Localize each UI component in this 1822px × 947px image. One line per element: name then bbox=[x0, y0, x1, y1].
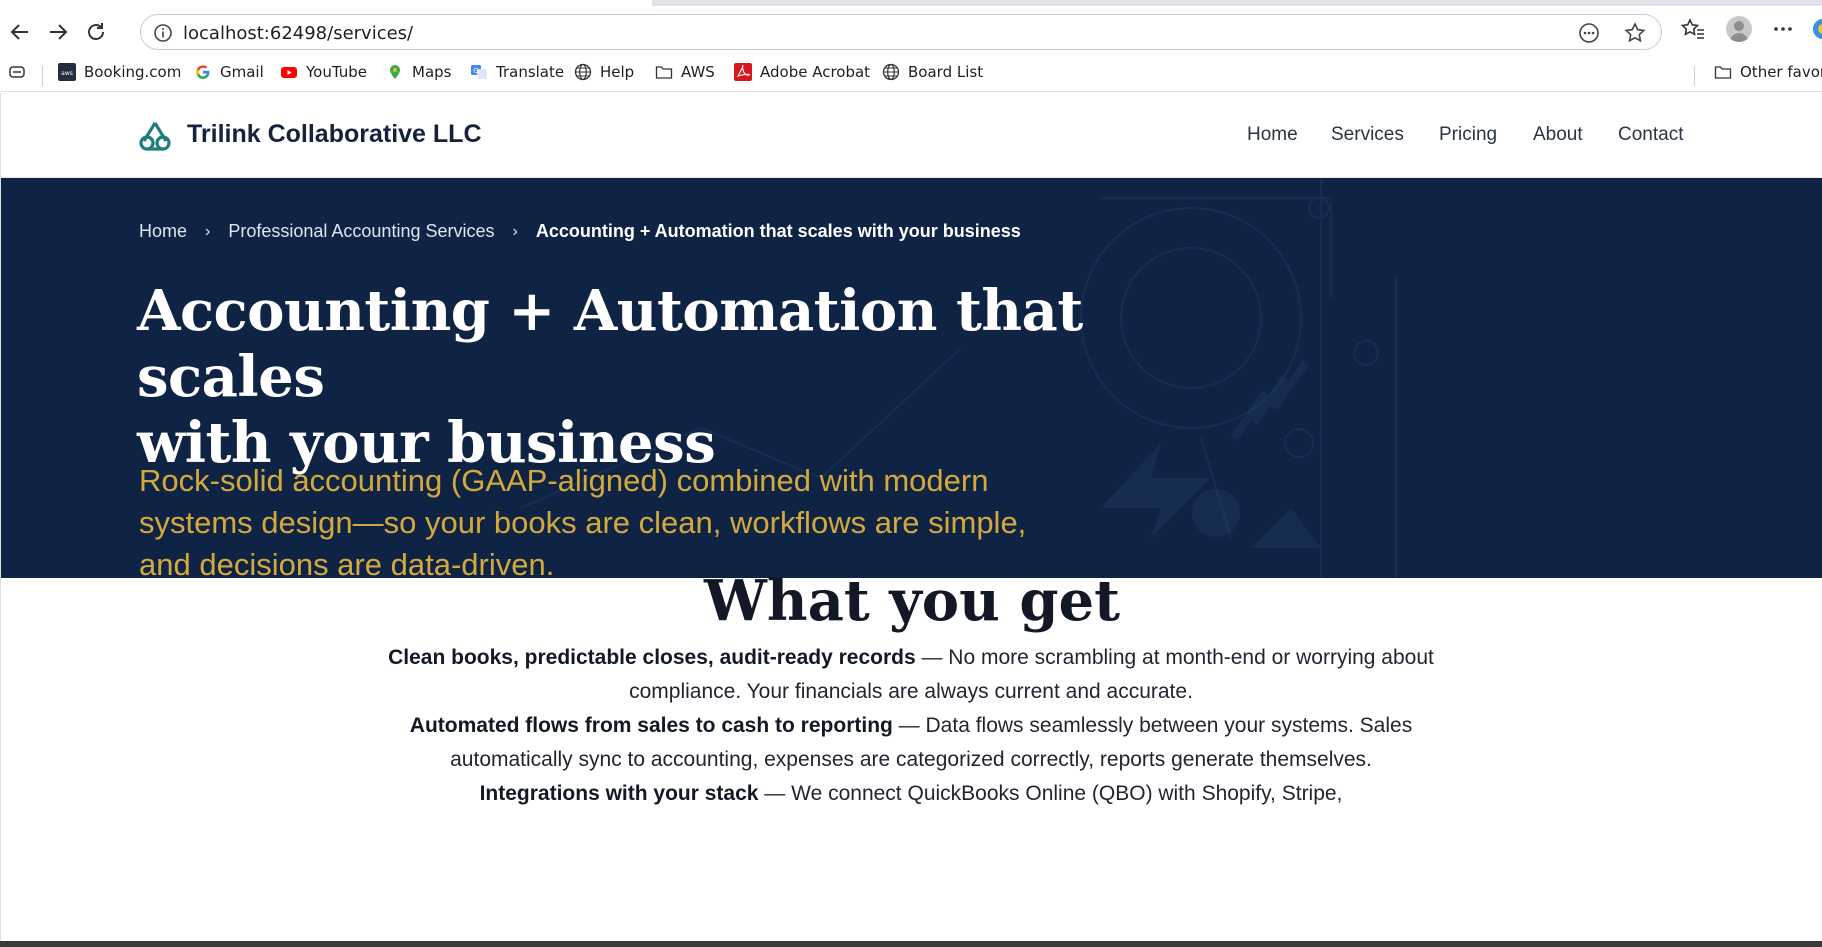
bookmark-board-list[interactable]: Board List bbox=[882, 63, 983, 81]
acrobat-icon bbox=[734, 63, 752, 81]
nav-services[interactable]: Services bbox=[1331, 124, 1404, 146]
browser-toolbar: localhost:62498/services/ bbox=[0, 6, 1822, 54]
bookmark-maps[interactable]: Maps bbox=[386, 63, 451, 81]
bookmark-help[interactable]: Help bbox=[574, 63, 634, 81]
section-title: What you get bbox=[703, 568, 1120, 634]
brand-name[interactable]: Trilink Collaborative LLC bbox=[187, 120, 482, 149]
benefit-heading: Integrations with your stack bbox=[479, 782, 759, 805]
globe-icon bbox=[882, 63, 900, 81]
nav-about[interactable]: About bbox=[1533, 124, 1583, 146]
nav-contact[interactable]: Contact bbox=[1618, 124, 1683, 146]
translate-icon: G bbox=[470, 63, 488, 81]
svg-text:aws: aws bbox=[61, 70, 73, 77]
web-page: Trilink Collaborative LLC Home Services … bbox=[0, 93, 1822, 947]
reload-icon[interactable] bbox=[80, 16, 112, 48]
copilot-icon[interactable] bbox=[1810, 16, 1822, 42]
site-header: Trilink Collaborative LLC Home Services … bbox=[1, 93, 1822, 178]
hero-subtitle: Rock-solid accounting (GAAP-aligned) com… bbox=[139, 463, 1027, 578]
bookmarks-bar: aws Booking.com Gmail YouTube Maps G Tra… bbox=[0, 54, 1822, 92]
page-title: Accounting + Automation that scales with… bbox=[137, 278, 1237, 476]
svg-text:G: G bbox=[473, 67, 478, 75]
benefit-heading: Automated flows from sales to cash to re… bbox=[409, 714, 893, 737]
bookmark-adobe-acrobat[interactable]: Adobe Acrobat bbox=[734, 63, 870, 81]
bookmark-gmail[interactable]: Gmail bbox=[194, 63, 264, 81]
booking-icon: aws bbox=[58, 63, 76, 81]
address-bar[interactable]: localhost:62498/services/ bbox=[140, 14, 1662, 50]
more-menu-icon[interactable] bbox=[1770, 16, 1796, 42]
google-icon bbox=[194, 63, 212, 81]
other-favorites[interactable]: Other favorit bbox=[1714, 63, 1822, 81]
bookmark-translate[interactable]: G Translate bbox=[470, 63, 564, 81]
benefit-item: Integrations with your stack — We connec… bbox=[351, 777, 1471, 811]
maps-icon bbox=[386, 63, 404, 81]
benefit-heading: Clean books, predictable closes, audit-r… bbox=[388, 646, 916, 669]
benefit-text: — We connect QuickBooks Online (QBO) wit… bbox=[758, 782, 1343, 805]
benefit-item: Clean books, predictable closes, audit-r… bbox=[351, 641, 1471, 709]
chevron-right-icon: › bbox=[512, 222, 518, 240]
bookmark-booking[interactable]: aws Booking.com bbox=[58, 63, 181, 81]
globe-icon bbox=[574, 63, 592, 81]
chevron-right-icon: › bbox=[205, 222, 211, 240]
site-info-icon[interactable] bbox=[153, 23, 173, 43]
bookmark-youtube[interactable]: YouTube bbox=[280, 63, 367, 81]
folder-icon bbox=[1714, 63, 1732, 81]
breadcrumb-home[interactable]: Home bbox=[139, 221, 187, 242]
youtube-icon bbox=[280, 63, 298, 81]
nav-home[interactable]: Home bbox=[1247, 124, 1298, 146]
page-title-line1: Accounting + Automation that scales bbox=[137, 278, 1083, 410]
breadcrumb: Home › Professional Accounting Services … bbox=[139, 221, 1021, 242]
benefits-list: Clean books, predictable closes, audit-r… bbox=[351, 641, 1471, 811]
bookmark-aws[interactable]: AWS bbox=[655, 63, 715, 81]
taskbar-edge bbox=[0, 941, 1822, 947]
back-icon[interactable] bbox=[4, 16, 36, 48]
breadcrumb-current: Accounting + Automation that scales with… bbox=[535, 221, 1021, 241]
forward-icon[interactable] bbox=[42, 16, 74, 48]
breadcrumb-accounting-services[interactable]: Professional Accounting Services bbox=[228, 221, 494, 242]
favorite-star-icon[interactable] bbox=[1623, 21, 1647, 45]
hero-section: Home › Professional Accounting Services … bbox=[1, 178, 1822, 578]
bookmarks-divider bbox=[42, 66, 43, 86]
trilink-logo-icon[interactable] bbox=[138, 120, 172, 152]
favorites-icon[interactable] bbox=[1680, 16, 1706, 42]
profile-avatar[interactable] bbox=[1726, 16, 1752, 42]
reading-list-icon[interactable] bbox=[8, 63, 34, 81]
bookmarks-divider-right bbox=[1694, 66, 1695, 86]
folder-icon bbox=[655, 63, 673, 81]
read-aloud-icon[interactable] bbox=[1577, 21, 1601, 45]
benefit-item: Automated flows from sales to cash to re… bbox=[351, 709, 1471, 777]
url-text[interactable]: localhost:62498/services/ bbox=[183, 23, 413, 44]
nav-pricing[interactable]: Pricing bbox=[1439, 124, 1497, 146]
